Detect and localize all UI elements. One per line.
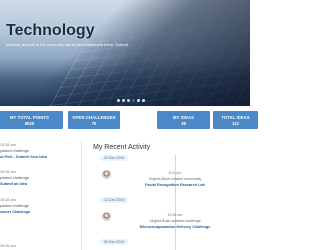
user-avatar[interactable] [102,212,111,221]
stat-label: MY IDEAS [173,115,194,120]
hero-title: Technology [6,22,95,39]
hero-overlay [0,0,250,106]
feed-time: 10:35 am [0,143,16,147]
entry-link[interactable]: Microencapsulation Delivery Challenge [130,225,220,229]
date-pill: 20 Dec 2019 [100,155,129,161]
date-pill: 12 Dec 2019 [100,197,129,203]
carousel-dot[interactable] [142,99,145,102]
feed-link[interactable]: ut Pole - Submit Your Idea [0,155,47,159]
carousel-dots [117,99,145,102]
feed-text: pdated challenge [0,176,29,180]
carousel-dot[interactable] [137,99,140,102]
feed-time: 10:35 am [0,198,16,202]
feed-link[interactable]: Submit an Idea [0,182,27,186]
stats-bar: MY TOTAL POINTS 6020 OPEN CHALLENGES 75 … [0,111,258,129]
entry-text: Virginia Bush updated challenge [149,219,201,223]
stat-label: TOTAL IDEAS [221,115,250,120]
recent-activity-panel: My Recent Activity 20 Dec 2019 8:11 pm V… [88,140,250,250]
hero-banner: Technology olutions, and we're the ones … [0,0,250,106]
user-avatar[interactable] [102,170,111,179]
feed-time: 10:35 am [0,244,16,248]
feed-time: 10:35 am [0,170,16,174]
hero-subtitle: olutions, and we're the ones who would a… [6,42,128,47]
carousel-dot[interactable] [127,99,130,102]
entry-time: 10:35 am [167,213,183,217]
activity-title: My Recent Activity [93,144,151,151]
carousel-dot-active[interactable] [132,99,135,102]
entry-link[interactable]: Facial Recognition Research Lab [130,183,220,187]
feed-text: pdated challenge [0,149,29,153]
stat-total-ideas[interactable]: TOTAL IDEAS 112 [213,111,258,129]
feed-link[interactable]: ssmer Challenge [0,210,30,214]
stat-value: 38 [181,121,186,126]
left-activity-feed: 10:35 am pdated challenge ut Pole - Subm… [0,140,82,250]
stat-open-challenges[interactable]: OPEN CHALLENGES 75 [68,111,120,129]
entry-text: Virginia Bush created community [148,177,202,181]
stat-value: 75 [91,121,97,126]
stat-total-points[interactable]: MY TOTAL POINTS 6020 [0,111,63,129]
stat-label: MY TOTAL POINTS [9,115,50,120]
carousel-dot[interactable] [117,99,120,102]
carousel-dot[interactable] [122,99,125,102]
feed-text: pdated challenge [0,204,29,208]
date-pill: 09 Dec 2019 [100,239,129,245]
stat-value: 112 [232,121,239,126]
entry-time: 8:11 pm [168,171,182,175]
stat-label: OPEN CHALLENGES [72,115,116,120]
stat-my-ideas[interactable]: MY IDEAS 38 [157,111,210,129]
timeline-line [175,155,176,250]
stat-value: 6020 [24,121,35,126]
